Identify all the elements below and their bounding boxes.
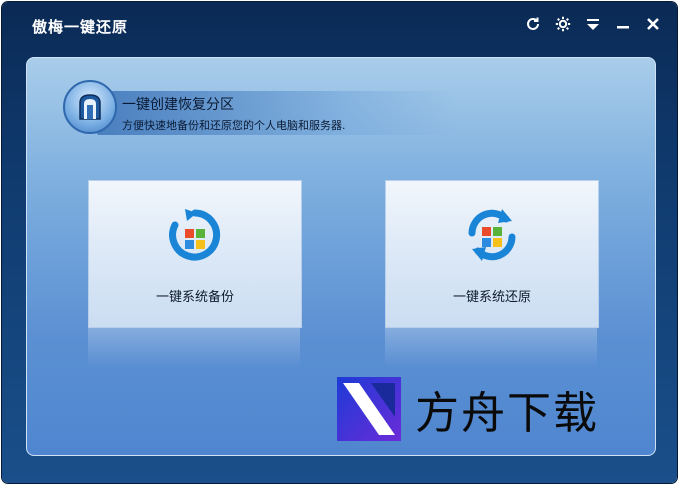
close-icon[interactable] <box>643 14 663 34</box>
banner-title: 一键创建恢复分区 <box>122 97 234 113</box>
app-window: 傲梅一键还原 一键创建恢复分区 方便快速地备份和还原您的个人电脑和服务器. 一键… <box>2 2 677 483</box>
watermark-text: 方舟下载 <box>415 388 599 439</box>
partition-icon <box>63 80 117 134</box>
restore-icon <box>468 209 516 261</box>
refresh-icon[interactable] <box>523 14 543 34</box>
backup-reflection <box>88 328 300 368</box>
watermark: 方舟下载 <box>337 375 647 443</box>
window-title: 傲梅一键还原 <box>32 18 129 36</box>
restore-label: 一键系统还原 <box>452 290 531 305</box>
main-panel: 一键创建恢复分区 方便快速地备份和还原您的个人电脑和服务器. 一键系统备份 一键… <box>26 57 656 456</box>
gear-icon[interactable] <box>553 14 573 34</box>
banner-subtitle: 方便快速地备份和还原您的个人电脑和服务器. <box>122 119 346 132</box>
system-restore-button[interactable]: 一键系统还原 <box>385 180 599 328</box>
watermark-logo-icon <box>337 377 401 441</box>
restore-reflection <box>385 328 597 368</box>
minimize-icon[interactable] <box>613 14 633 34</box>
backup-icon <box>169 209 221 261</box>
menu-icon[interactable] <box>583 14 603 34</box>
window-controls <box>523 14 663 34</box>
system-backup-button[interactable]: 一键系统备份 <box>88 180 302 328</box>
backup-label: 一键系统备份 <box>155 290 234 305</box>
